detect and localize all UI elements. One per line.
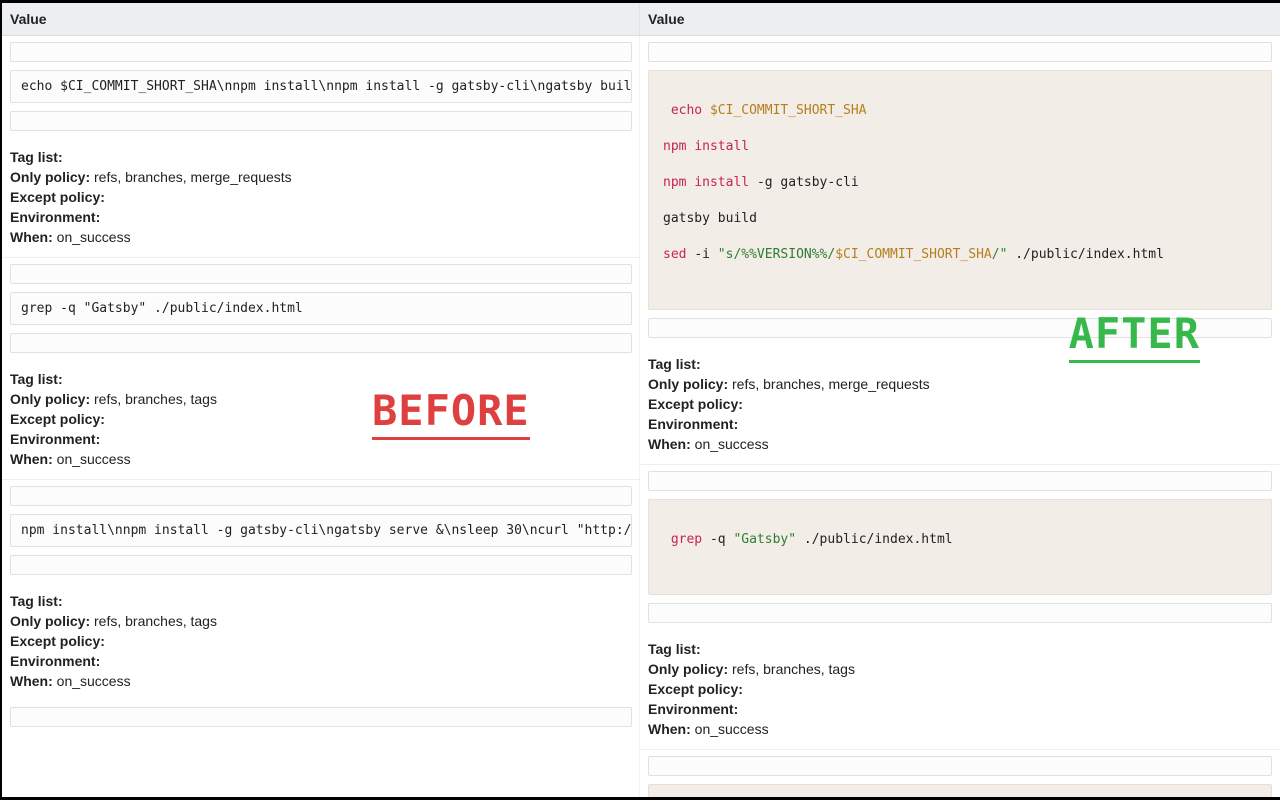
code-text: grep -q "Gatsby" ./public/index.html <box>21 301 303 316</box>
when-value: on_success <box>57 673 131 689</box>
code-box-after-3: npm install npm install -g gatsby-cli ga… <box>648 784 1272 797</box>
empty-cell <box>648 471 1272 491</box>
column-header-label: Value <box>10 11 47 27</box>
environment-label: Environment: <box>10 431 100 447</box>
except-policy-label: Except policy: <box>10 189 105 205</box>
code-line: gatsby build <box>663 208 1257 229</box>
when-label: When: <box>648 721 691 737</box>
code-box-after-2: grep -q "Gatsby" ./public/index.html <box>648 499 1272 595</box>
code-line: npm install -g gatsby-cli <box>663 172 1257 193</box>
only-policy-value: refs, branches, tags <box>94 613 217 629</box>
column-header-label: Value <box>648 11 685 27</box>
code-line: echo $CI_COMMIT_SHORT_SHA <box>663 100 1257 121</box>
environment-label: Environment: <box>10 209 100 225</box>
except-policy-label: Except policy: <box>648 396 743 412</box>
code-box-before-1: echo $CI_COMMIT_SHORT_SHA\nnpm install\n… <box>10 70 632 103</box>
except-policy-label: Except policy: <box>10 411 105 427</box>
code-text: echo $CI_COMMIT_SHORT_SHA\nnpm install\n… <box>21 79 632 94</box>
empty-cell <box>10 555 632 575</box>
meta-block: Tag list: Only policy: refs, branches, m… <box>2 143 640 258</box>
column-header: Value <box>640 3 1280 36</box>
before-overlay-label: BEFORE <box>372 386 530 440</box>
environment-label: Environment: <box>648 701 738 717</box>
before-panel: Value echo $CI_COMMIT_SHORT_SHA\nnpm ins… <box>0 3 640 797</box>
empty-cell <box>10 264 632 284</box>
meta-block: Tag list: Only policy: refs, branches, m… <box>640 350 1280 465</box>
when-label: When: <box>10 673 53 689</box>
after-panel: Value echo $CI_COMMIT_SHORT_SHA npm inst… <box>640 3 1280 797</box>
when-label: When: <box>10 229 53 245</box>
only-policy-value: refs, branches, merge_requests <box>732 376 930 392</box>
only-policy-label: Only policy: <box>10 391 90 407</box>
code-line: grep -q "Gatsby" ./public/index.html <box>663 529 1257 550</box>
when-value: on_success <box>695 721 769 737</box>
code-text: npm install\nnpm install -g gatsby-cli\n… <box>21 523 632 538</box>
column-header: Value <box>2 3 640 36</box>
when-value: on_success <box>695 436 769 452</box>
when-value: on_success <box>57 451 131 467</box>
except-policy-label: Except policy: <box>648 681 743 697</box>
empty-cell <box>10 486 632 506</box>
empty-cell <box>10 42 632 62</box>
environment-label: Environment: <box>648 416 738 432</box>
code-box-before-2: grep -q "Gatsby" ./public/index.html <box>10 292 632 325</box>
when-value: on_success <box>57 229 131 245</box>
empty-cell <box>648 42 1272 62</box>
empty-cell <box>648 756 1272 776</box>
after-overlay-label: AFTER <box>1069 309 1200 363</box>
empty-cell <box>10 333 632 353</box>
meta-block: Tag list: Only policy: refs, branches, t… <box>640 635 1280 750</box>
tag-list-label: Tag list: <box>10 593 63 609</box>
code-box-before-3: npm install\nnpm install -g gatsby-cli\n… <box>10 514 632 547</box>
code-box-after-1: echo $CI_COMMIT_SHORT_SHA npm install np… <box>648 70 1272 310</box>
comparison-container: Value echo $CI_COMMIT_SHORT_SHA\nnpm ins… <box>0 0 1280 800</box>
environment-label: Environment: <box>10 653 100 669</box>
empty-cell <box>10 111 632 131</box>
code-line: sed -i "s/%%VERSION%%/$CI_COMMIT_SHORT_S… <box>663 244 1257 265</box>
empty-cell <box>10 707 632 727</box>
only-policy-label: Only policy: <box>10 613 90 629</box>
only-policy-label: Only policy: <box>648 376 728 392</box>
only-policy-label: Only policy: <box>10 169 90 185</box>
code-line: npm install <box>663 136 1257 157</box>
meta-block: Tag list: Only policy: refs, branches, t… <box>2 365 640 480</box>
tag-list-label: Tag list: <box>648 356 701 372</box>
only-policy-value: refs, branches, tags <box>732 661 855 677</box>
except-policy-label: Except policy: <box>10 633 105 649</box>
when-label: When: <box>10 451 53 467</box>
only-policy-label: Only policy: <box>648 661 728 677</box>
when-label: When: <box>648 436 691 452</box>
tag-list-label: Tag list: <box>10 371 63 387</box>
meta-block: Tag list: Only policy: refs, branches, t… <box>2 587 640 701</box>
empty-cell <box>648 603 1272 623</box>
only-policy-value: refs, branches, tags <box>94 391 217 407</box>
only-policy-value: refs, branches, merge_requests <box>94 169 292 185</box>
tag-list-label: Tag list: <box>648 641 701 657</box>
tag-list-label: Tag list: <box>10 149 63 165</box>
